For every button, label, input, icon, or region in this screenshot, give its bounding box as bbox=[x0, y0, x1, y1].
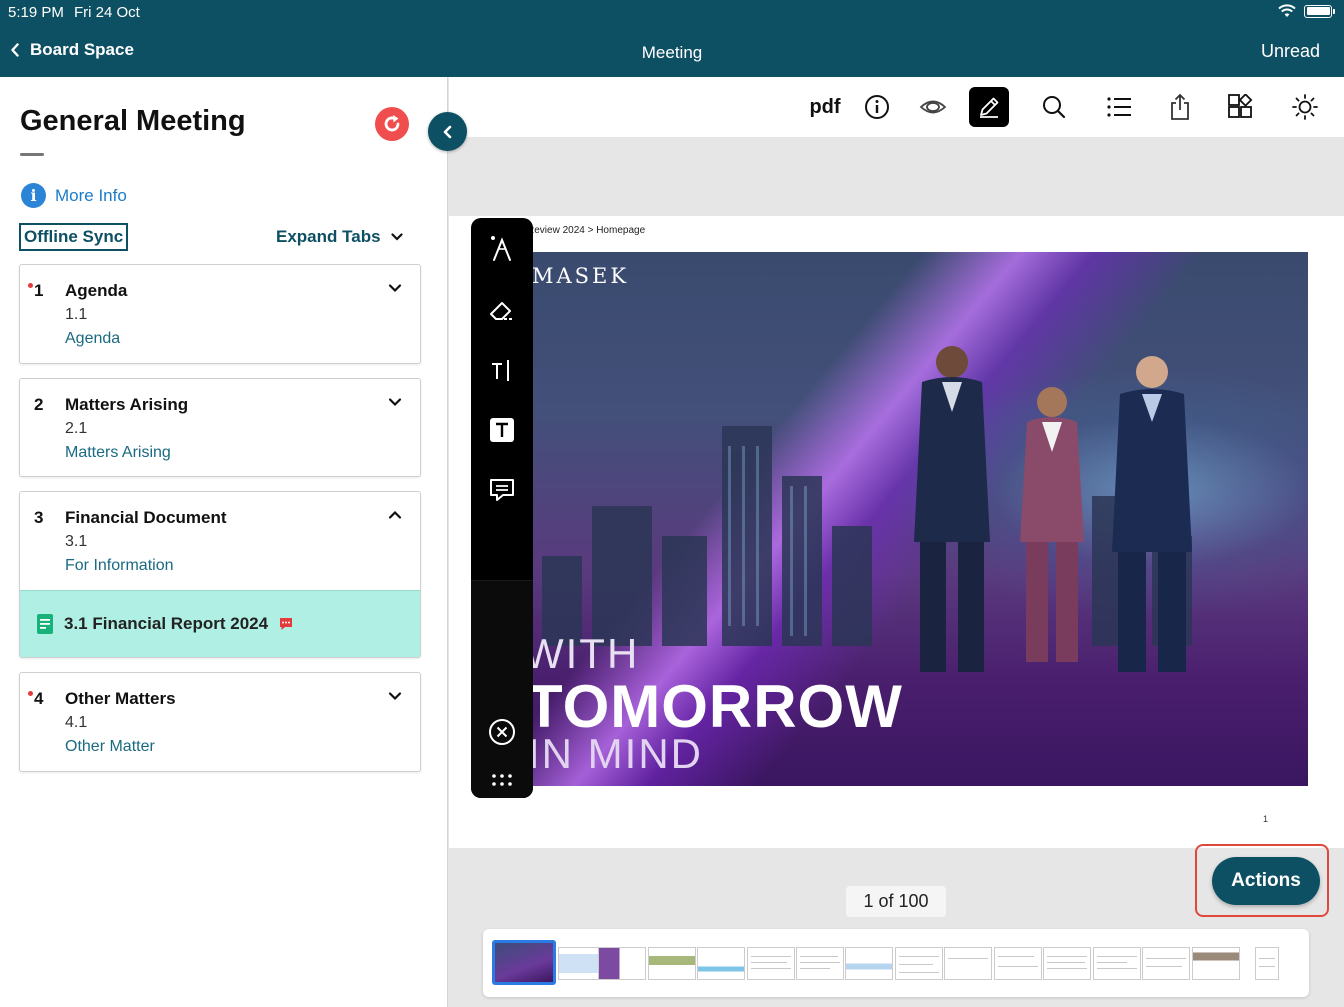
page-thumbnail[interactable] bbox=[1192, 947, 1240, 980]
offline-sync-button[interactable]: Offline Sync bbox=[19, 223, 129, 251]
agenda-sub-number: 4.1 bbox=[65, 714, 88, 731]
agenda-sub-link[interactable]: Matters Arising bbox=[65, 444, 171, 462]
agenda-sub-number: 2.1 bbox=[65, 420, 88, 437]
page-thumbnail[interactable] bbox=[944, 947, 992, 980]
top-bar: 5:19 PM Fri 24 Oct Board Space Meeting U… bbox=[0, 0, 1344, 77]
chevron-left-icon bbox=[443, 125, 451, 138]
expand-tabs-button[interactable]: Expand Tabs bbox=[276, 227, 403, 247]
presenters bbox=[914, 346, 1192, 672]
eraser-icon[interactable] bbox=[486, 294, 518, 326]
more-info-link[interactable]: i More Info bbox=[21, 183, 127, 208]
info-icon: i bbox=[21, 183, 46, 208]
page-breadcrumb: Review 2024 > Homepage bbox=[527, 225, 646, 236]
nav-title: Meeting bbox=[641, 43, 703, 62]
status-time: 5:19 PM bbox=[8, 4, 64, 21]
title-underline bbox=[20, 153, 44, 156]
unread-dot bbox=[28, 283, 33, 288]
wifi-icon bbox=[1278, 4, 1296, 17]
chevron-down-icon[interactable] bbox=[388, 397, 402, 407]
more-info-label: More Info bbox=[55, 185, 127, 205]
chevron-down-icon bbox=[390, 233, 403, 241]
agenda-item-number: 1 bbox=[34, 281, 44, 300]
agenda-item-number: 3 bbox=[34, 508, 44, 527]
hero-line-3: IN MIND bbox=[532, 730, 703, 777]
collapse-sidebar-button[interactable] bbox=[428, 112, 467, 151]
agenda-item-1[interactable]: 1 Agenda 1.1 Agenda bbox=[19, 264, 421, 364]
actions-button[interactable]: Actions bbox=[1212, 857, 1320, 905]
eye-icon[interactable] bbox=[913, 87, 953, 127]
apps-icon[interactable] bbox=[1220, 87, 1260, 127]
page-number: 1 bbox=[1263, 814, 1269, 824]
hero-image: MASEK WITH TOMORROW IN MIND bbox=[532, 252, 1308, 786]
page-thumbnail[interactable] bbox=[648, 947, 696, 980]
page-thumbnail[interactable] bbox=[796, 947, 844, 980]
pen-edit-icon[interactable] bbox=[969, 87, 1009, 127]
agenda-item-number: 4 bbox=[34, 689, 44, 708]
refresh-button[interactable] bbox=[375, 107, 409, 141]
chevron-up-icon[interactable] bbox=[388, 510, 402, 520]
page-thumbnail[interactable] bbox=[598, 947, 646, 980]
share-icon[interactable] bbox=[1160, 87, 1200, 127]
unread-button[interactable]: Unread bbox=[1261, 41, 1320, 62]
brand-text: MASEK bbox=[532, 264, 630, 288]
expand-tabs-label: Expand Tabs bbox=[276, 227, 381, 246]
battery-icon bbox=[1304, 4, 1335, 18]
page-thumbnail[interactable] bbox=[1255, 947, 1279, 980]
page-thumbnail[interactable] bbox=[994, 947, 1042, 980]
unread-dot bbox=[28, 691, 33, 696]
page-thumbnail[interactable] bbox=[1142, 947, 1190, 980]
agenda-item-title: Matters Arising bbox=[65, 395, 189, 414]
agenda-sub-number: 1.1 bbox=[65, 306, 88, 323]
agenda-item-4[interactable]: 4 Other Matters 4.1 Other Matter bbox=[19, 672, 421, 772]
agenda-item-title: Financial Document bbox=[65, 508, 227, 527]
page-thumbnail[interactable] bbox=[895, 947, 943, 980]
list-icon[interactable] bbox=[1099, 87, 1139, 127]
more-dots-icon[interactable] bbox=[486, 764, 518, 796]
page-thumbnail[interactable] bbox=[1093, 947, 1141, 980]
agenda-sub-link[interactable]: For Information bbox=[65, 557, 173, 575]
page-thumbnail[interactable] bbox=[845, 947, 893, 980]
status-date: Fri 24 Oct bbox=[74, 4, 140, 21]
agenda-sub-number: 3.1 bbox=[65, 533, 88, 550]
brightness-icon[interactable] bbox=[1285, 87, 1325, 127]
chevron-down-icon[interactable] bbox=[388, 283, 402, 293]
agenda-item-3[interactable]: 3 Financial Document 3.1 For Information… bbox=[19, 491, 421, 658]
chevron-down-icon[interactable] bbox=[388, 691, 402, 701]
page-thumbnail[interactable] bbox=[697, 947, 745, 980]
document-icon bbox=[37, 614, 53, 634]
pen-tool-icon[interactable] bbox=[486, 232, 518, 264]
page-thumbnail[interactable] bbox=[747, 947, 795, 980]
page-thumbnail[interactable] bbox=[1043, 947, 1091, 980]
agenda-item-number: 2 bbox=[34, 395, 44, 414]
comment-icon[interactable] bbox=[486, 474, 518, 506]
page-thumbnail-strip[interactable] bbox=[483, 929, 1309, 997]
page-title: General Meeting bbox=[20, 105, 246, 137]
text-box-icon[interactable] bbox=[486, 414, 518, 446]
text-cursor-icon[interactable] bbox=[486, 354, 518, 386]
pdf-button[interactable]: pdf bbox=[805, 87, 845, 127]
refresh-icon bbox=[384, 115, 400, 132]
agenda-sidebar: General Meeting i More Info Offline Sync… bbox=[0, 77, 448, 1007]
annotation-toolbar bbox=[471, 218, 533, 798]
close-circle-icon[interactable] bbox=[486, 716, 518, 748]
status-icons bbox=[1278, 4, 1335, 18]
page-counter: 1 of 100 bbox=[846, 886, 946, 917]
hero-line-1: WITH bbox=[532, 630, 640, 677]
agenda-item-2[interactable]: 2 Matters Arising 2.1 Matters Arising bbox=[19, 378, 421, 477]
agenda-item-title: Other Matters bbox=[65, 689, 176, 708]
search-icon[interactable] bbox=[1034, 87, 1074, 127]
info-icon[interactable] bbox=[857, 87, 897, 127]
document-row-financial-report[interactable]: 3.1 Financial Report 2024 bbox=[20, 590, 420, 657]
agenda-sub-link[interactable]: Agenda bbox=[65, 330, 120, 348]
agenda-item-title: Agenda bbox=[65, 281, 128, 300]
document-label: 3.1 Financial Report 2024 bbox=[64, 614, 269, 633]
comment-icon bbox=[280, 618, 293, 630]
agenda-sub-link[interactable]: Other Matter bbox=[65, 738, 155, 756]
document-toolbar: pdf bbox=[449, 77, 1344, 137]
pdf-page: Review 2024 > Homepage MASEK WITH TOMORR… bbox=[449, 216, 1344, 848]
page-thumbnail-selected[interactable] bbox=[492, 940, 556, 985]
